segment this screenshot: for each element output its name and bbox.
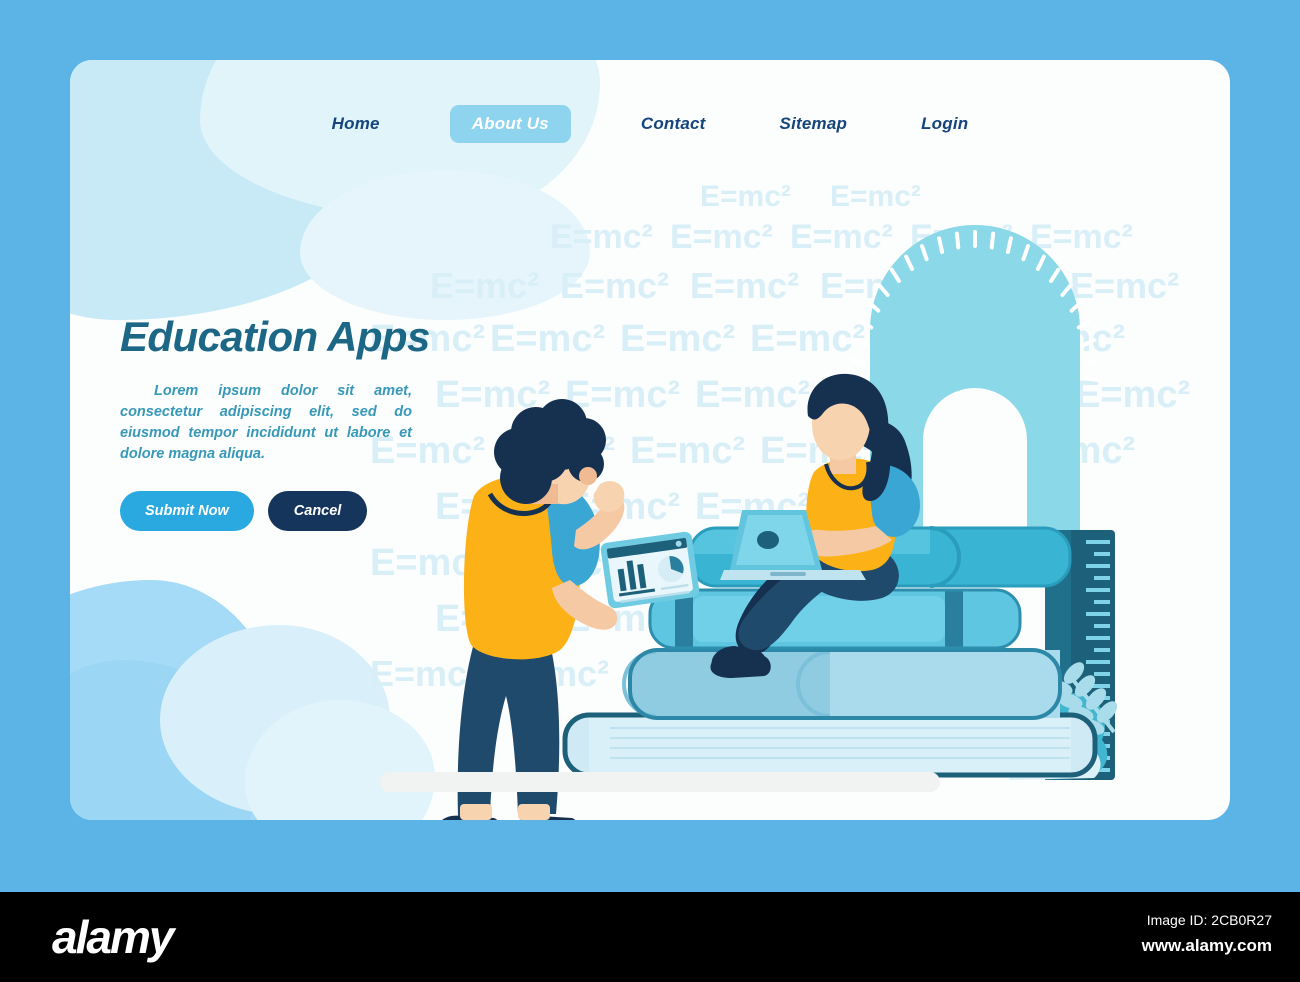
formula-watermark: E=mc² xyxy=(1075,374,1191,416)
hero-action-buttons: Submit Now Cancel xyxy=(120,491,480,532)
formula-watermark: E=mc² xyxy=(1030,218,1133,256)
formula-watermark: E=mc² xyxy=(830,180,921,213)
formula-watermark: E=mc² xyxy=(430,265,540,306)
decorative-blob-top-left-1 xyxy=(70,60,390,320)
formula-watermark: E=mc² xyxy=(825,374,941,416)
hero-subtitle: Lorem ipsum dolor sit amet, consectetur … xyxy=(120,383,412,463)
formula-watermark: E=mc² xyxy=(630,542,746,584)
formula-watermark: E=mc² xyxy=(620,318,736,360)
decorative-blob-top-left-3 xyxy=(300,170,590,320)
stock-photo-canvas: E=mc² E=mc² E=mc² E=mc² E=mc² E=mc² E=mc² E=mc²… xyxy=(0,0,1300,892)
formula-watermark: E=mc² xyxy=(825,486,941,528)
formula-watermark: E=mc² xyxy=(500,542,616,584)
formula-watermark: E=mc² xyxy=(750,318,866,360)
formula-watermark: E=mc² xyxy=(670,218,773,256)
formula-watermark: E=mc² xyxy=(560,265,670,306)
nav-item-home[interactable]: Home xyxy=(328,105,384,143)
decorative-blob-bottom-left-2 xyxy=(160,625,390,815)
decorative-blob-bottom-left-4 xyxy=(70,660,260,820)
cancel-button[interactable]: Cancel xyxy=(267,491,368,532)
alamy-metadata: Image ID: 2CB0R27 www.alamy.com xyxy=(1142,912,1272,956)
alamy-url-label: www.alamy.com xyxy=(1141,936,1272,955)
alamy-watermark-footer: alamy Image ID: 2CB0R27 www.alamy.com xyxy=(0,892,1300,982)
formula-watermark: E=mc² xyxy=(910,218,1013,256)
ground-shadow xyxy=(380,772,940,792)
page-title: Education Apps xyxy=(120,313,430,360)
formula-watermark: E=mc² xyxy=(760,430,876,472)
formula-watermark: E=mc² xyxy=(950,265,1060,306)
formula-watermark: E=mc² xyxy=(630,430,746,472)
landing-page-card: E=mc² E=mc² E=mc² E=mc² E=mc² E=mc² E=mc² E=mc²… xyxy=(70,60,1230,820)
nav-item-about-us[interactable]: About Us xyxy=(449,105,571,143)
formula-watermark: E=mc² xyxy=(880,318,996,360)
woman-sitting-with-laptop xyxy=(710,373,920,678)
laptop-icon xyxy=(720,510,866,580)
ruler-icon xyxy=(1045,530,1115,780)
formula-watermark: E=mc² xyxy=(500,430,616,472)
nav-item-login[interactable]: Login xyxy=(917,105,972,143)
formula-watermark: E=mc² xyxy=(890,430,1006,472)
tablet-device xyxy=(600,531,700,609)
formula-watermark: E=mc² xyxy=(1010,318,1126,360)
formula-watermark-pattern: E=mc² E=mc² E=mc² E=mc² E=mc² E=mc² E=mc² E=mc²… xyxy=(370,180,1230,740)
formula-watermark: E=mc² xyxy=(490,318,606,360)
hero-section: Education Apps Lorem ipsum dolor sit ame… xyxy=(120,313,480,532)
main-navigation: Home About Us Contact Sitemap Login xyxy=(70,105,1230,143)
formula-watermark: E=mc² xyxy=(820,265,930,306)
alamy-logo: alamy xyxy=(52,911,174,963)
formula-watermark: E=mc² xyxy=(760,542,876,584)
formula-watermark: E=mc² xyxy=(500,653,610,694)
submit-now-button[interactable]: Submit Now xyxy=(120,491,254,532)
formula-watermark: E=mc² xyxy=(1070,265,1180,306)
formula-watermark: E=mc² xyxy=(370,653,480,694)
formula-watermark: E=mc² xyxy=(695,486,811,528)
formula-watermark: E=mc² xyxy=(565,598,681,640)
formula-watermark: E=mc² xyxy=(1020,430,1136,472)
nav-item-sitemap[interactable]: Sitemap xyxy=(776,105,852,143)
formula-watermark: E=mc² xyxy=(565,374,681,416)
formula-watermark: E=mc² xyxy=(550,218,653,256)
image-id-label: Image ID: 2CB0R27 xyxy=(1146,912,1272,928)
formula-watermark: E=mc² xyxy=(695,374,811,416)
decorative-blob-bottom-left-1 xyxy=(70,580,290,820)
nav-item-contact[interactable]: Contact xyxy=(637,105,710,143)
book-stack xyxy=(562,526,1098,778)
plant-decoration xyxy=(948,662,1118,780)
formula-watermark: E=mc² xyxy=(790,218,893,256)
formula-watermark: E=mc² xyxy=(955,374,1071,416)
formula-watermark: E=mc² xyxy=(370,542,486,584)
decorative-blob-bottom-left-3 xyxy=(245,700,435,820)
formula-watermark: E=mc² xyxy=(565,486,681,528)
formula-watermark: E=mc² xyxy=(955,486,1071,528)
formula-watermark: E=mc² xyxy=(700,180,791,213)
protractor-icon xyxy=(851,225,1099,530)
formula-watermark: E=mc² xyxy=(690,265,800,306)
formula-watermark: E=mc² xyxy=(435,598,551,640)
